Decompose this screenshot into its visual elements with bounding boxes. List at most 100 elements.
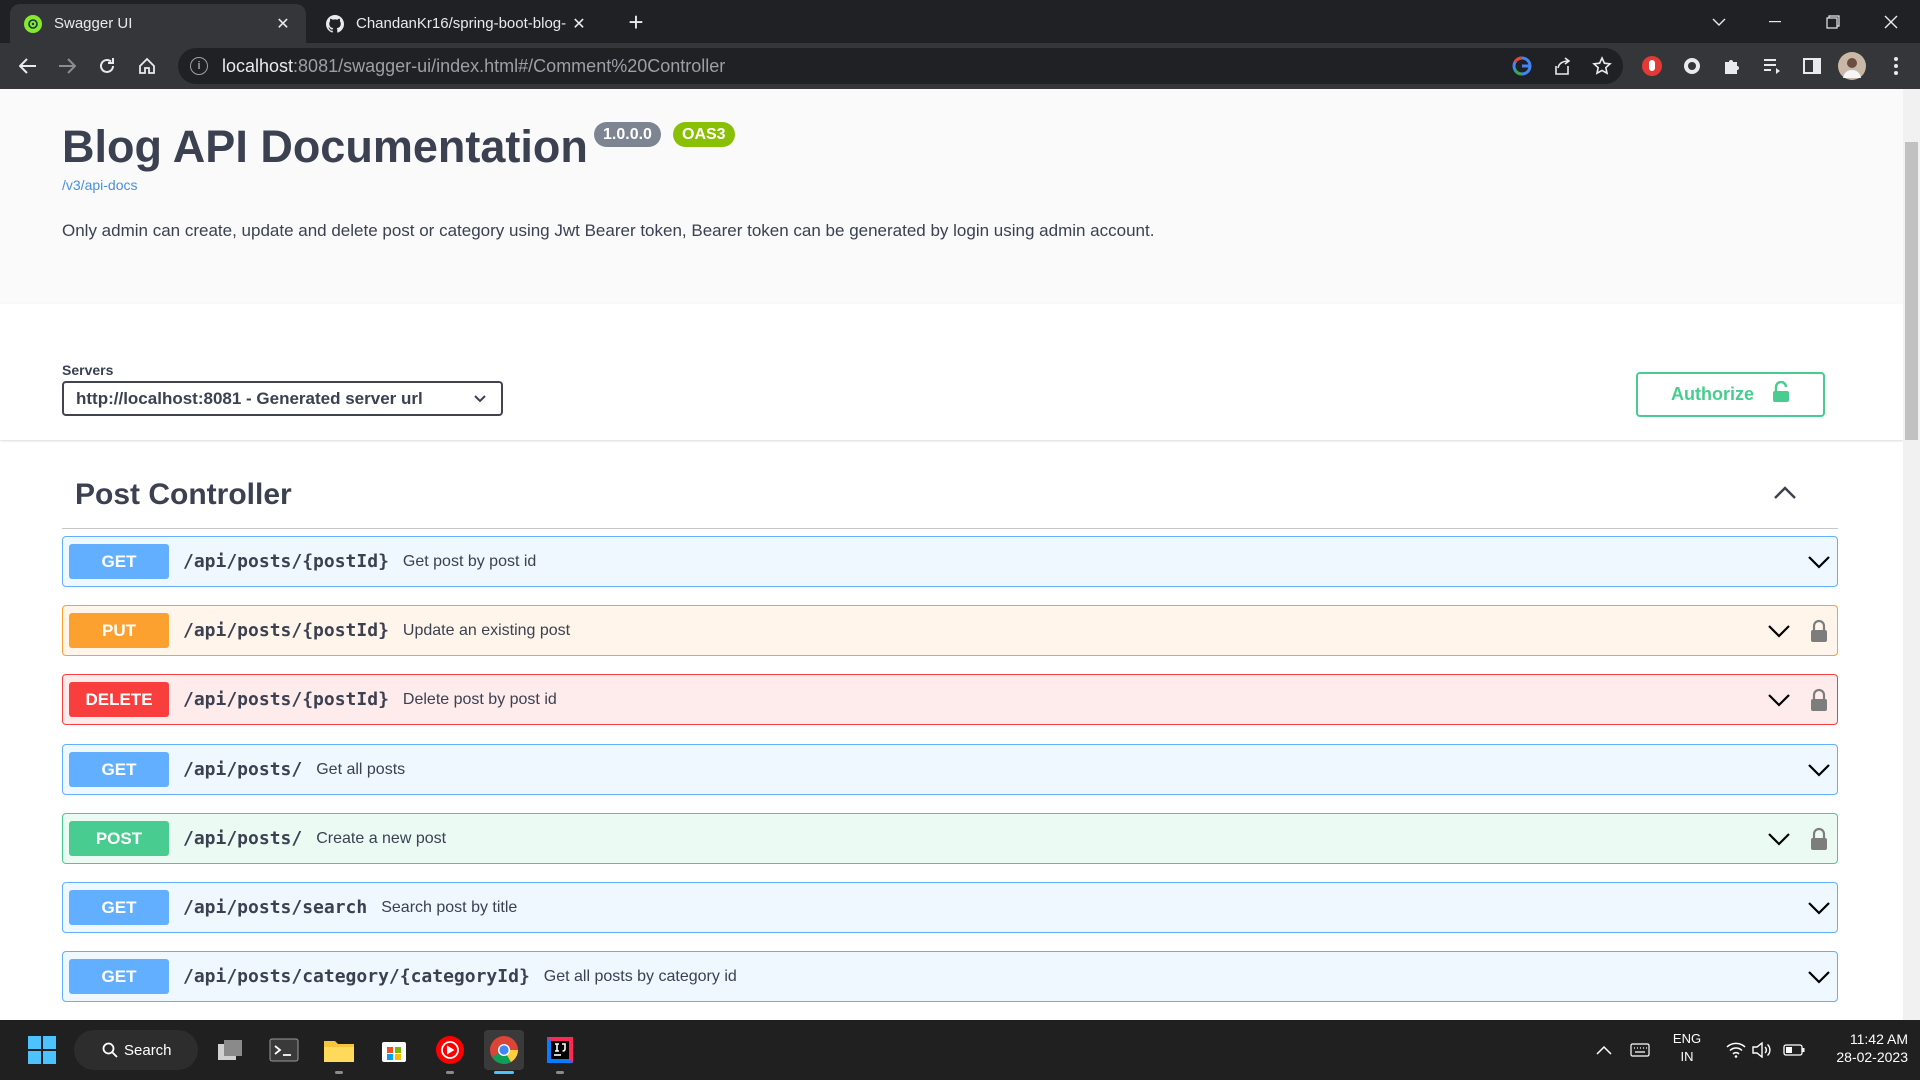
- microsoft-store-icon[interactable]: [374, 1030, 414, 1070]
- browser-tab-strip: Swagger UI ✕ ChandanKr16/spring-boot-blo…: [0, 0, 1920, 43]
- share-icon[interactable]: [1550, 54, 1574, 78]
- operation-post-create[interactable]: POST /api/posts/ Create a new post: [62, 813, 1838, 864]
- address-bar[interactable]: i localhost:8081/swagger-ui/index.html#/…: [178, 48, 1623, 84]
- extension-red-hand-icon[interactable]: [1640, 54, 1664, 78]
- method-badge: GET: [69, 959, 169, 994]
- restore-icon[interactable]: [1810, 0, 1856, 43]
- profile-avatar[interactable]: [1838, 52, 1866, 80]
- operation-summary: Create a new post: [316, 829, 447, 847]
- operation-summary: Get all posts by category id: [543, 967, 737, 985]
- servers-selected-value: http://localhost:8081 - Generated server…: [76, 388, 423, 408]
- swagger-page: Blog API Documentation 1.0.0.0 OAS3 /v3/…: [0, 89, 1903, 1020]
- method-badge: PUT: [69, 613, 169, 648]
- operation-path: /api/posts/: [183, 828, 303, 849]
- chevron-down-icon[interactable]: [1805, 548, 1833, 576]
- method-badge: GET: [69, 544, 169, 579]
- url-path: :8081/swagger-ui/index.html#/Comment%20C…: [293, 55, 726, 76]
- file-explorer-icon[interactable]: [319, 1030, 359, 1070]
- method-badge: POST: [69, 821, 169, 856]
- side-panel-icon[interactable]: [1800, 54, 1824, 78]
- extensions-puzzle-icon[interactable]: [1720, 54, 1744, 78]
- terminal-icon[interactable]: [264, 1030, 304, 1070]
- tag-header[interactable]: Post Controller: [62, 440, 1838, 529]
- chevron-down-icon[interactable]: [1805, 756, 1833, 784]
- operation-posts-by-category[interactable]: GET /api/posts/category/{categoryId} Get…: [62, 951, 1838, 1002]
- chevron-down-icon[interactable]: [1765, 617, 1793, 645]
- operation-path: /api/posts/{postId}: [183, 689, 389, 710]
- home-icon[interactable]: [133, 52, 161, 80]
- operation-summary: Update an existing post: [402, 621, 571, 639]
- minimize-icon[interactable]: [1752, 0, 1798, 43]
- bookmark-star-icon[interactable]: [1590, 54, 1614, 78]
- servers-select[interactable]: http://localhost:8081 - Generated server…: [62, 381, 503, 416]
- site-info-icon[interactable]: i: [190, 57, 208, 75]
- method-badge: GET: [69, 890, 169, 925]
- media-queue-icon[interactable]: [1760, 54, 1784, 78]
- close-window-icon[interactable]: [1868, 0, 1914, 43]
- clock[interactable]: 11:42 AM 28-02-2023: [1816, 1030, 1908, 1066]
- forward-arrow-icon[interactable]: [53, 52, 81, 80]
- authorize-button[interactable]: Authorize: [1636, 372, 1825, 417]
- reload-icon[interactable]: [93, 52, 121, 80]
- scrollbar-thumb[interactable]: [1905, 142, 1918, 440]
- operation-summary: Get all posts: [316, 760, 406, 778]
- taskbar-search-label: Search: [124, 1041, 172, 1059]
- github-favicon-icon: [326, 14, 344, 33]
- browser-toolbar: i localhost:8081/swagger-ui/index.html#/…: [0, 43, 1920, 89]
- lock-icon[interactable]: [1807, 618, 1831, 644]
- windows-taskbar: Search ENG IN 11:42 AM 28-02-2023: [0, 1020, 1920, 1080]
- unlocked-lock-icon: [1772, 380, 1790, 408]
- api-docs-link[interactable]: /v3/api-docs: [62, 177, 137, 193]
- region-code: IN: [1680, 1049, 1694, 1064]
- operation-summary: Delete post by post id: [402, 690, 557, 708]
- close-tab-icon[interactable]: ✕: [570, 15, 588, 33]
- operation-path: /api/posts/category/{categoryId}: [183, 966, 530, 987]
- battery-icon[interactable]: [1774, 1030, 1814, 1070]
- operation-summary: Search post by title: [381, 898, 518, 916]
- operation-delete-post[interactable]: DELETE /api/posts/{postId} Delete post b…: [62, 674, 1838, 725]
- operation-get-post-by-id[interactable]: GET /api/posts/{postId} Get post by post…: [62, 536, 1838, 587]
- oas-badge: OAS3: [673, 122, 735, 147]
- keyboard-icon[interactable]: [1620, 1030, 1660, 1070]
- tab-search-chevron-icon[interactable]: [1696, 0, 1742, 43]
- operation-get-all-posts[interactable]: GET /api/posts/ Get all posts: [62, 744, 1838, 795]
- chevron-down-icon[interactable]: [1805, 894, 1833, 922]
- clock-time: 11:42 AM: [1849, 1031, 1908, 1047]
- api-title: Blog API Documentation: [62, 121, 588, 172]
- chrome-icon[interactable]: [484, 1030, 524, 1070]
- chevron-down-icon[interactable]: [1805, 963, 1833, 991]
- windows-start-icon[interactable]: [22, 1030, 62, 1070]
- chevron-up-icon[interactable]: [1770, 478, 1800, 508]
- lock-icon[interactable]: [1807, 687, 1831, 713]
- running-indicator: [335, 1071, 343, 1074]
- close-tab-icon[interactable]: ✕: [274, 15, 292, 33]
- chevron-down-icon[interactable]: [1765, 825, 1793, 853]
- operation-path: /api/posts/search: [183, 897, 368, 918]
- back-arrow-icon[interactable]: [14, 52, 42, 80]
- browser-menu-icon[interactable]: [1884, 54, 1908, 78]
- chevron-up-icon[interactable]: [1584, 1030, 1624, 1070]
- api-description: Only admin can create, update and delete…: [62, 221, 1155, 240]
- tab-github[interactable]: ChandanKr16/spring-boot-blog- ✕: [312, 4, 602, 43]
- taskbar-search[interactable]: Search: [74, 1030, 198, 1070]
- language-code: ENG: [1672, 1031, 1702, 1046]
- operation-search-posts[interactable]: GET /api/posts/search Search post by tit…: [62, 882, 1838, 933]
- operation-summary: Get post by post id: [402, 552, 537, 570]
- authorize-label: Authorize: [1671, 384, 1754, 404]
- google-lens-icon[interactable]: [1510, 54, 1534, 78]
- lock-icon[interactable]: [1807, 826, 1831, 852]
- task-view-icon[interactable]: [210, 1030, 250, 1070]
- operation-path: /api/posts/{postId}: [183, 551, 389, 572]
- clock-date: 28-02-2023: [1836, 1049, 1908, 1065]
- version-badge: 1.0.0.0: [594, 122, 661, 147]
- input-language[interactable]: ENG IN: [1667, 1030, 1707, 1066]
- operation-path: /api/posts/: [183, 759, 303, 780]
- new-tab-button[interactable]: +: [622, 7, 650, 37]
- operation-put-post[interactable]: PUT /api/posts/{postId} Update an existi…: [62, 605, 1838, 656]
- intellij-idea-icon[interactable]: [540, 1030, 580, 1070]
- url-host: localhost: [222, 55, 294, 76]
- extension-circle-icon[interactable]: [1680, 54, 1704, 78]
- youtube-music-icon[interactable]: [430, 1030, 470, 1070]
- chevron-down-icon[interactable]: [1765, 686, 1793, 714]
- tab-swagger-ui[interactable]: Swagger UI ✕: [10, 4, 306, 43]
